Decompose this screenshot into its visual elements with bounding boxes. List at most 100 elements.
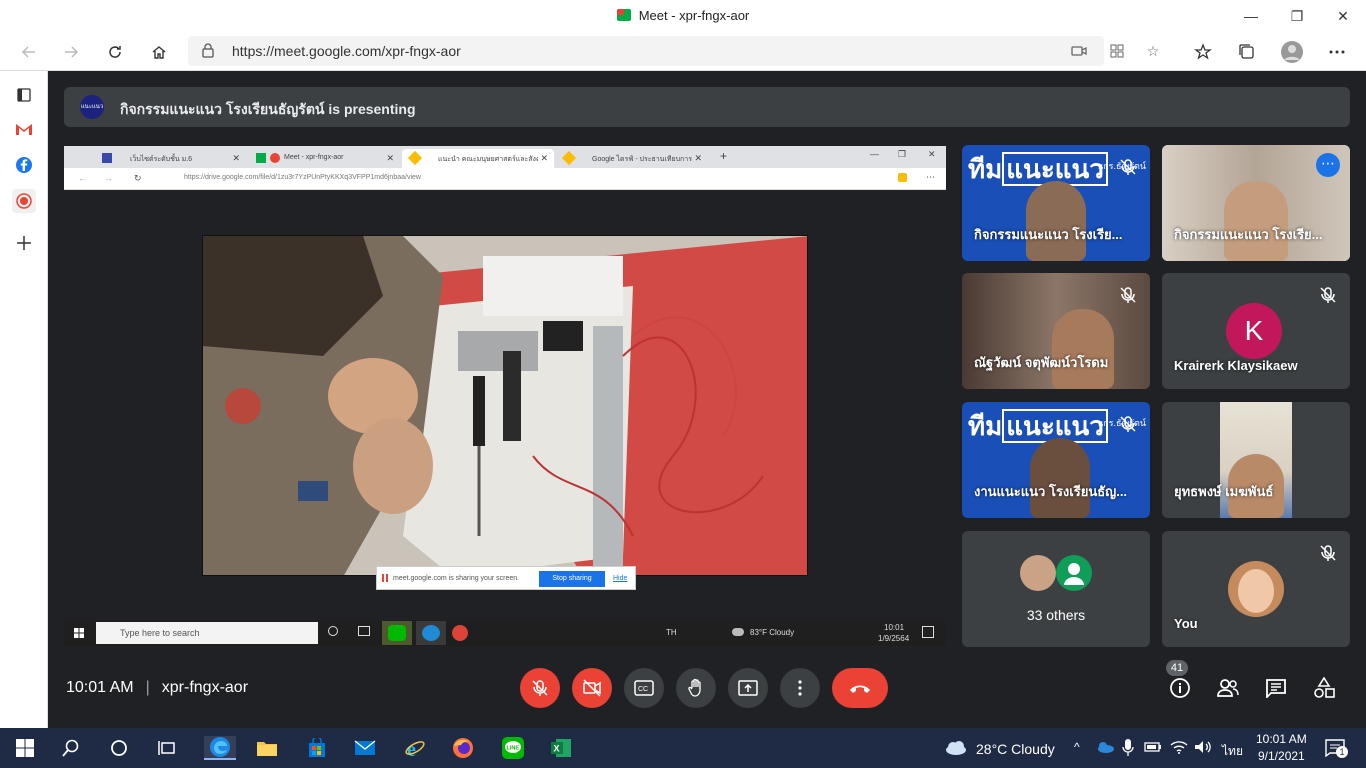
shared-screen: เว็บไซต์ระดับชั้น ม.6 ✕ Meet - xpr-fngx-a… xyxy=(64,146,946,646)
browser-title-bar: Meet - xpr-fngx-aor — ❐ ✕ xyxy=(0,0,1366,32)
search-button[interactable] xyxy=(58,736,84,760)
battery-icon[interactable] xyxy=(1144,741,1162,753)
participant-name: ณัฐวัฒน์ จตุพัฒน์วโรดม xyxy=(974,355,1109,370)
participant-tile[interactable]: K Krairerk Klaysikaew xyxy=(1162,273,1350,389)
taskbar-clock-time[interactable]: 10:01 AM xyxy=(1256,732,1307,746)
camera-in-use-icon[interactable] xyxy=(1068,40,1090,62)
presenting-banner: แนะแนว กิจกรรมแนะแนว โรงเรียนธัญรัตน์ is… xyxy=(64,87,1350,127)
shared-tab: เว็บไซต์ระดับชั้น ม.6 ✕ xyxy=(94,149,246,168)
participant-video xyxy=(1224,181,1288,261)
participant-tile-active[interactable]: ⋯ กิจกรรมแนะแนว โรงเรีย... xyxy=(1162,145,1350,261)
close-window-button[interactable]: ✕ xyxy=(1320,0,1366,32)
hide-link[interactable]: Hide xyxy=(613,575,627,582)
shared-url-text: https://drive.google.com/file/d/1zu3r7Yz… xyxy=(184,174,421,181)
taskbar-file-explorer[interactable] xyxy=(254,736,280,760)
home-button[interactable] xyxy=(144,37,174,67)
raise-hand-button[interactable] xyxy=(676,668,716,708)
shared-tab: Google ไดรฟ์ - ประธานเทียบการศก...✕ xyxy=(556,149,708,168)
profile-button[interactable] xyxy=(1277,37,1307,67)
task-view-button[interactable] xyxy=(154,736,180,760)
mic-off-icon xyxy=(1120,159,1136,175)
microphone-icon[interactable] xyxy=(1122,739,1134,757)
hang-up-icon xyxy=(850,685,870,693)
collections-button[interactable] xyxy=(1232,37,1262,67)
participant-tile[interactable]: ทีม แนะแนว นกร.ธัญรัตน์ กิจกรรมแนะแนว โรง… xyxy=(962,145,1150,261)
participant-avatar: K xyxy=(1226,303,1282,359)
present-now-button[interactable] xyxy=(728,668,768,708)
toggle-camera-button[interactable] xyxy=(572,668,612,708)
leave-call-button[interactable] xyxy=(832,668,888,708)
settings-more-button[interactable] xyxy=(1322,37,1352,67)
others-tile[interactable]: 33 others xyxy=(962,531,1150,647)
store-bag-icon xyxy=(309,738,325,757)
edge-sidebar xyxy=(0,71,48,728)
participant-video xyxy=(1026,181,1086,261)
shared-drive-viewer: meet.google.com is sharing your screen. … xyxy=(64,190,946,620)
taskbar-firefox[interactable] xyxy=(450,736,476,760)
facebook-icon[interactable] xyxy=(12,153,36,177)
windows-start-button[interactable] xyxy=(12,736,38,760)
people-icon xyxy=(1217,679,1239,697)
toggle-mic-button[interactable] xyxy=(520,668,560,708)
internet-explorer-icon: e xyxy=(405,739,425,759)
sharing-message: meet.google.com is sharing your screen. xyxy=(393,575,520,582)
add-favorite-icon[interactable]: ☆ xyxy=(1142,40,1164,62)
taskbar-clock-date[interactable]: 9/1/2021 xyxy=(1258,749,1305,763)
present-screen-icon xyxy=(738,680,758,696)
task-view-icon xyxy=(158,741,175,755)
participant-tile[interactable]: ณัฐวัฒน์ จตุพัฒน์วโรดม xyxy=(962,273,1150,389)
meeting-details-button[interactable] xyxy=(1168,676,1192,700)
minimize-button[interactable]: — xyxy=(1228,0,1274,32)
more-options-button[interactable]: ⋯ xyxy=(1316,153,1340,177)
chat-button[interactable] xyxy=(1264,676,1288,700)
participant-tile[interactable]: ทีม แนะแนว นกร.ธัญรัตน์ งานแนะแนว โรงเรีย… xyxy=(962,402,1150,518)
show-everyone-button[interactable] xyxy=(1216,676,1240,700)
record-icon[interactable] xyxy=(12,189,36,213)
wifi-icon[interactable] xyxy=(1170,739,1188,755)
back-button[interactable] xyxy=(14,37,44,67)
add-sidebar-app-icon[interactable] xyxy=(12,231,36,255)
taskbar-edge[interactable] xyxy=(204,736,236,760)
shared-tray-time: 10:01 xyxy=(884,623,905,632)
search-icon xyxy=(62,739,79,757)
taskbar-line[interactable]: LINE xyxy=(500,736,526,760)
favorites-button[interactable] xyxy=(1188,37,1218,67)
participant-avatar xyxy=(1020,555,1056,591)
svg-text:LINE: LINE xyxy=(507,746,520,752)
input-language-indicator[interactable]: ไทย xyxy=(1222,742,1243,761)
participant-tile[interactable]: ยุทธพงษ์ เมฆพันธ์ xyxy=(1162,402,1350,518)
mic-off-icon xyxy=(1320,287,1336,303)
app-available-icon[interactable] xyxy=(1106,40,1128,62)
meeting-time: 10:01 AM xyxy=(66,679,134,696)
address-bar[interactable]: https://meet.google.com/xpr-fngx-aor ☆ xyxy=(188,36,1159,66)
restore-button[interactable]: ❐ xyxy=(1274,0,1320,32)
refresh-button[interactable] xyxy=(100,37,130,67)
tab-actions-icon[interactable] xyxy=(12,83,36,107)
taskbar-excel[interactable]: X xyxy=(548,736,574,760)
action-center-button[interactable]: 1 xyxy=(1322,736,1348,760)
home-icon xyxy=(152,46,166,59)
more-options-button[interactable] xyxy=(780,668,820,708)
participant-name: ยุทธพงษ์ เมฆพันธ์ xyxy=(1174,484,1274,499)
shared-tab-label: Google ไดรฟ์ - ประธานเทียบการศก... xyxy=(592,156,692,163)
weather-text[interactable]: 28°C Cloudy xyxy=(976,741,1055,757)
show-hidden-icons-icon[interactable]: ^ xyxy=(1074,740,1080,754)
captions-button[interactable]: CC xyxy=(624,668,664,708)
shared-video-frame xyxy=(202,235,808,576)
folder-icon xyxy=(257,742,277,756)
others-count-label: 33 others xyxy=(1026,607,1086,623)
volume-icon[interactable] xyxy=(1194,740,1212,754)
stop-sharing-button[interactable]: Stop sharing xyxy=(539,571,605,587)
self-tile[interactable]: You xyxy=(1162,531,1350,647)
taskbar-store[interactable] xyxy=(304,736,330,760)
cortana-icon xyxy=(111,740,127,756)
activities-button[interactable] xyxy=(1312,676,1336,700)
shared-browser-tabs: เว็บไซต์ระดับชั้น ม.6 ✕ Meet - xpr-fngx-a… xyxy=(64,146,946,168)
gmail-icon[interactable] xyxy=(12,117,36,141)
taskbar-mail[interactable] xyxy=(352,736,378,760)
forward-button[interactable] xyxy=(56,37,86,67)
cortana-button[interactable] xyxy=(106,736,132,760)
onedrive-icon[interactable] xyxy=(1096,741,1114,753)
taskbar-internet-explorer[interactable]: e xyxy=(402,736,428,760)
shared-address-bar: ← → ↻ https://drive.google.com/file/d/1z… xyxy=(64,168,946,190)
